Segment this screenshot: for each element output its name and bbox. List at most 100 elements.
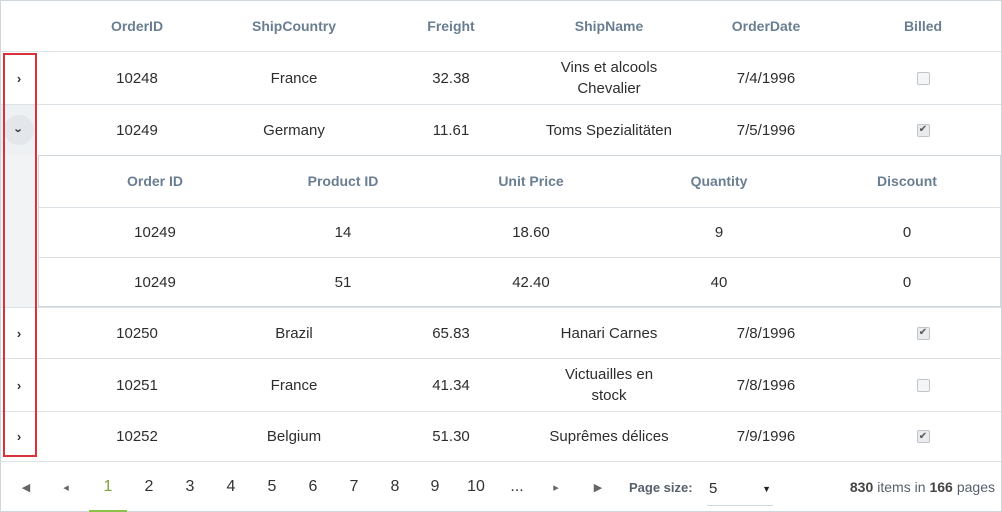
prev-page-icon: ◂ xyxy=(63,481,69,494)
next-page-button[interactable]: ▸ xyxy=(541,462,571,512)
page-size-label: Page size: xyxy=(629,479,693,495)
page-button-4[interactable]: 4 xyxy=(212,462,250,512)
cell-freight: 41.34 xyxy=(432,376,470,394)
page-button-9[interactable]: 9 xyxy=(416,462,454,512)
cell-shipcountry: France xyxy=(270,376,318,394)
cell-shipname: Vins et alcools Chevalier xyxy=(560,59,658,97)
cell-shipcountry: Belgium xyxy=(266,428,322,445)
detail-cell-unitprice: 18.60 xyxy=(512,224,550,241)
page-button-5[interactable]: 5 xyxy=(253,462,291,512)
detail-cell-productid: 51 xyxy=(334,273,352,291)
next-page-icon: ▸ xyxy=(553,481,559,494)
row-expand-button[interactable]: › xyxy=(1,308,37,358)
row-collapse-button[interactable]: › xyxy=(1,105,37,155)
cell-billed xyxy=(873,359,973,411)
row-expand-button[interactable]: › xyxy=(1,359,37,411)
detail-cell-productid: 14 xyxy=(334,224,352,241)
detail-header-unitprice[interactable]: Unit Price xyxy=(431,156,631,207)
page-button-7[interactable]: 7 xyxy=(335,462,373,512)
page-button-1[interactable]: 1 xyxy=(89,462,127,512)
table-row: › 10248 France 32.38 Vins et alcools Che… xyxy=(1,52,1001,105)
table-row: › 10249 Germany 11.61 Toms Spezialitäten… xyxy=(1,105,1001,155)
cell-orderdate: 7/4/1996 xyxy=(736,69,796,87)
cell-billed: ✔ xyxy=(873,308,973,358)
cell-shipname: Toms Spezialitäten xyxy=(546,121,672,139)
last-page-icon: ▶︎ xyxy=(593,481,603,494)
cell-orderdate: 7/5/1996 xyxy=(736,121,796,139)
billed-checkbox: ✔ xyxy=(916,326,930,340)
page-button-10[interactable]: 10 xyxy=(457,462,495,512)
cell-freight: 32.38 xyxy=(432,69,470,87)
cell-freight: 51.30 xyxy=(432,428,470,445)
cell-orderdate: 7/8/1996 xyxy=(736,324,796,342)
cell-shipname: Suprêmes délices xyxy=(549,428,669,445)
detail-gutter xyxy=(1,155,37,307)
orders-grid: OrderID ShipCountry Freight ShipName Ord… xyxy=(0,0,1002,512)
prev-page-button[interactable]: ◂ xyxy=(51,462,81,512)
cell-shipcountry: Germany xyxy=(263,121,325,139)
detail-cell-discount: 0 xyxy=(902,224,912,241)
total-pages: 166 xyxy=(929,479,953,495)
cell-freight: 11.61 xyxy=(432,121,470,139)
detail-cell-discount: 0 xyxy=(902,273,912,291)
cell-billed xyxy=(873,52,973,104)
cell-shipname: Hanari Carnes xyxy=(560,324,658,342)
total-items: 830 xyxy=(849,479,874,495)
grid-header: OrderID ShipCountry Freight ShipName Ord… xyxy=(1,1,1001,52)
column-header-shipname[interactable]: ShipName xyxy=(529,1,689,51)
cell-shipcountry: France xyxy=(270,69,318,87)
detail-cell-unitprice: 42.40 xyxy=(512,273,550,291)
expander-circle: › xyxy=(4,115,34,145)
cell-freight: 65.83 xyxy=(432,324,470,342)
billed-checkbox xyxy=(916,378,930,392)
page-button-2[interactable]: 2 xyxy=(130,462,168,512)
column-header-orderdate[interactable]: OrderDate xyxy=(716,1,816,51)
caret-down-icon: ▼ xyxy=(762,483,771,494)
detail-cell-quantity: 40 xyxy=(710,273,728,291)
detail-grid: Order ID Product ID Unit Price Quantity … xyxy=(38,155,1001,307)
row-expand-button[interactable]: › xyxy=(1,412,37,461)
detail-header-orderid[interactable]: Order ID xyxy=(55,156,255,207)
cell-billed: ✔ xyxy=(873,105,973,155)
detail-grid-header: Order ID Product ID Unit Price Quantity … xyxy=(39,156,1000,208)
chevron-right-icon: › xyxy=(16,70,22,86)
cell-orderdate: 7/9/1996 xyxy=(736,428,796,445)
cell-shipname: Victuailles en stock xyxy=(564,366,654,404)
billed-checkbox: ✔ xyxy=(916,430,930,443)
table-row: › 10250 Brazil 65.83 Hanari Carnes 7/8/1… xyxy=(1,307,1001,359)
detail-cell-orderid: 10249 xyxy=(134,273,176,291)
detail-row: 10249 14 18.60 9 0 xyxy=(39,208,1000,258)
chevron-down-icon: › xyxy=(11,127,27,133)
page-button-6[interactable]: 6 xyxy=(294,462,332,512)
detail-row: 10249 51 42.40 40 0 xyxy=(39,258,1000,306)
detail-header-quantity[interactable]: Quantity xyxy=(619,156,819,207)
pager-info: 830 items in 166 pages xyxy=(850,462,995,512)
table-row: › 10252 Belgium 51.30 Suprêmes délices 7… xyxy=(1,412,1001,461)
pages-label: pages xyxy=(956,479,995,495)
column-header-shipcountry[interactable]: ShipCountry xyxy=(194,1,394,51)
last-page-button[interactable]: ▶︎ xyxy=(583,462,613,512)
chevron-right-icon: › xyxy=(16,377,22,393)
detail-header-discount[interactable]: Discount xyxy=(807,156,1002,207)
detail-header-productid[interactable]: Product ID xyxy=(243,156,443,207)
page-button-3[interactable]: 3 xyxy=(171,462,209,512)
chevron-right-icon: › xyxy=(16,429,22,444)
page-button-more[interactable]: ... xyxy=(498,462,536,512)
column-header-billed[interactable]: Billed xyxy=(873,1,973,51)
row-expand-button[interactable]: › xyxy=(1,52,37,104)
items-in-label: items in xyxy=(877,479,926,495)
cell-billed: ✔ xyxy=(873,412,973,461)
page-button-8[interactable]: 8 xyxy=(376,462,414,512)
billed-checkbox xyxy=(916,71,930,85)
detail-cell-orderid: 10249 xyxy=(134,224,176,241)
column-header-freight[interactable]: Freight xyxy=(401,1,501,51)
pager: ◀︎ ◂ 1 2 3 4 5 6 7 8 9 10 ... ▸ ▶︎ Page … xyxy=(1,461,1001,512)
chevron-right-icon: › xyxy=(16,325,22,341)
billed-checkbox: ✔ xyxy=(916,123,930,137)
detail-cell-quantity: 9 xyxy=(714,224,724,241)
page-size-dropdown[interactable]: 5 ▼ xyxy=(707,472,773,506)
first-page-button[interactable]: ◀︎ xyxy=(11,462,41,512)
cell-orderdate: 7/8/1996 xyxy=(736,376,796,394)
page-size-value: 5 xyxy=(709,480,718,497)
cell-shipcountry: Brazil xyxy=(275,324,313,342)
